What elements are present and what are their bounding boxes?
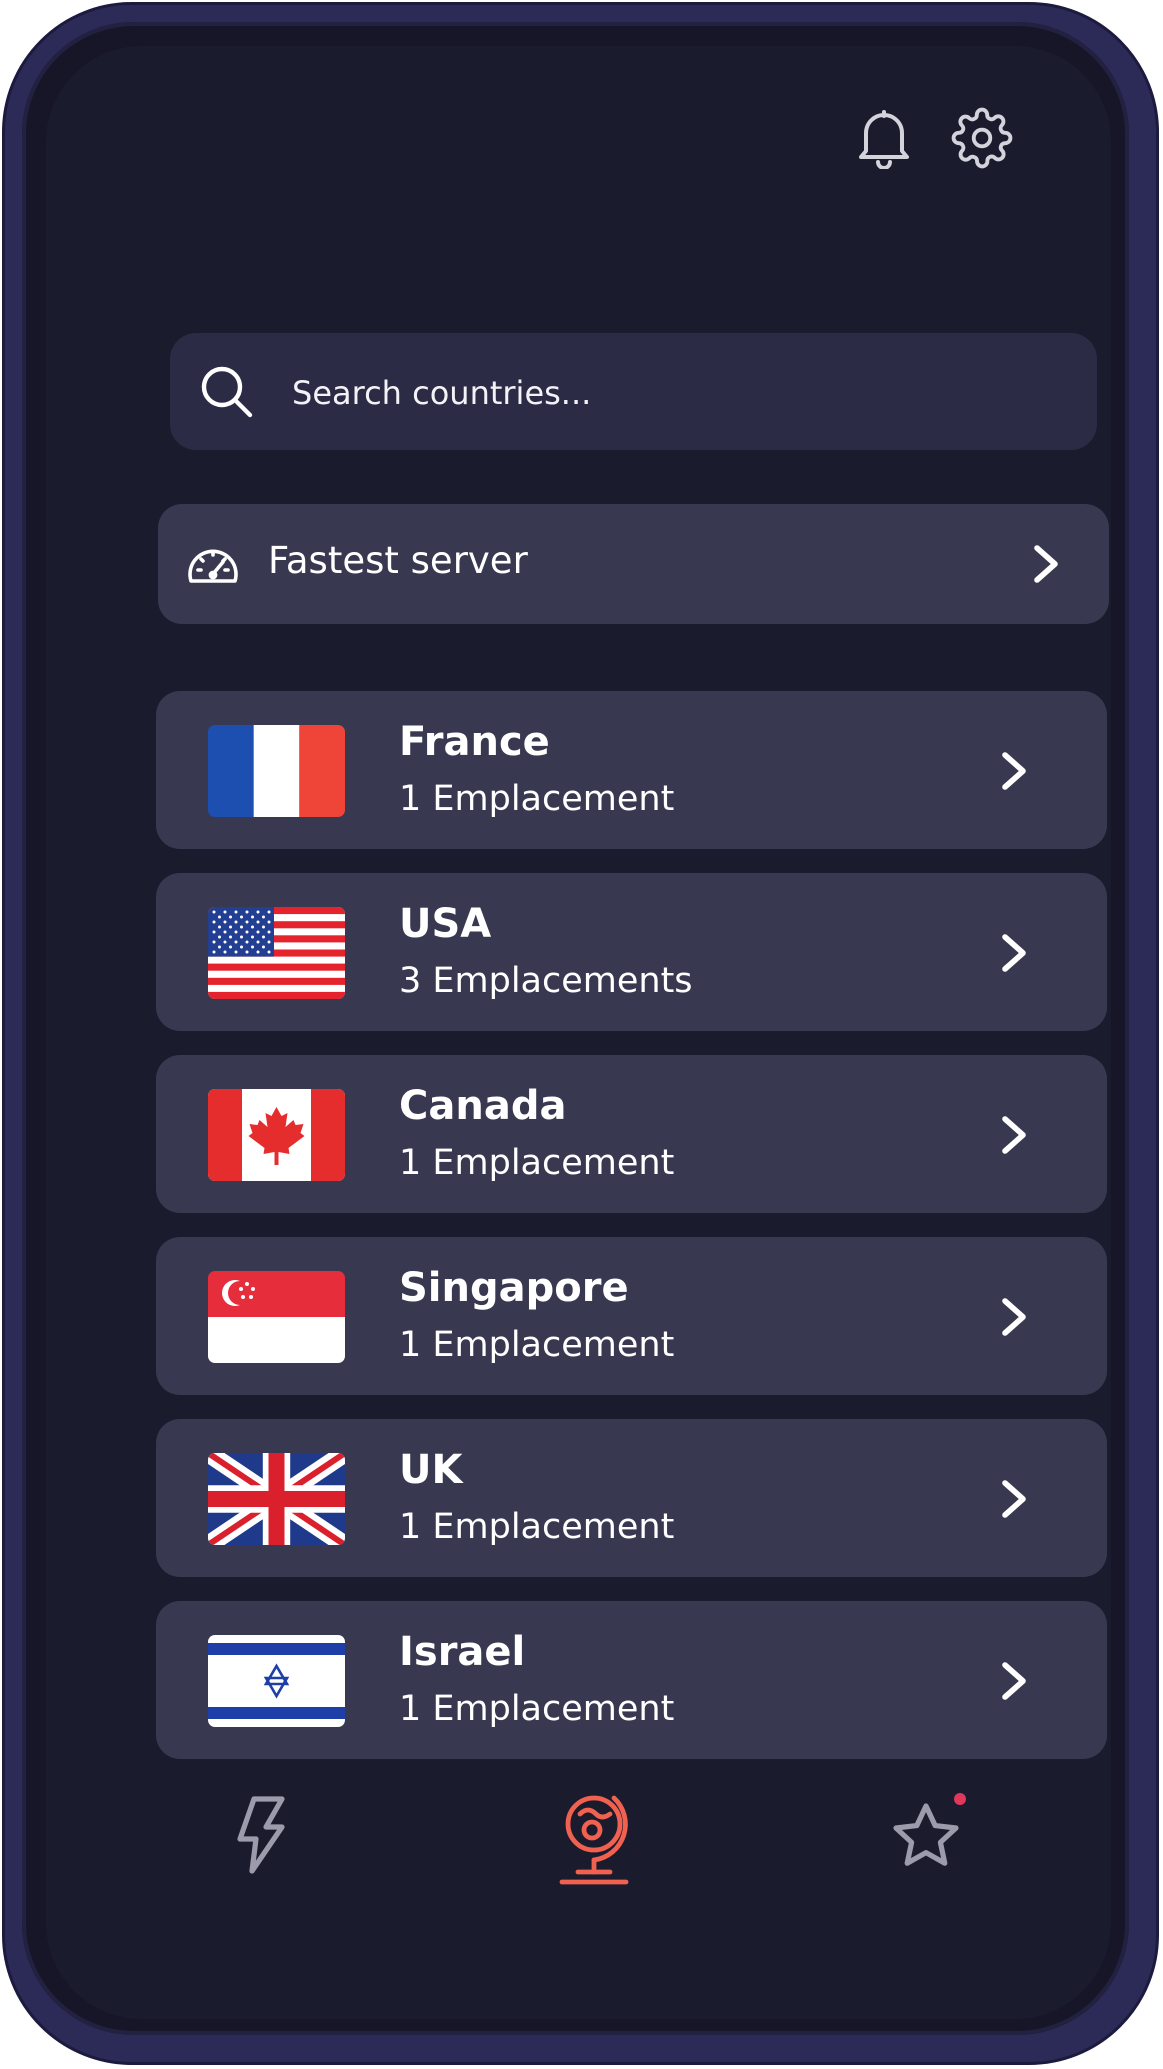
search-input[interactable] bbox=[290, 363, 1054, 423]
nav-quick-connect[interactable] bbox=[210, 1781, 310, 1891]
location-count: 1 Emplacement bbox=[399, 1689, 675, 1729]
country-name: France bbox=[399, 719, 550, 765]
chevron-right-icon bbox=[1002, 1662, 1026, 1700]
country-item[interactable]: Singapore 1 Emplacement bbox=[156, 1237, 1107, 1395]
location-count: 1 Emplacement bbox=[399, 1143, 675, 1183]
country-name: USA bbox=[399, 901, 492, 947]
canada-flag bbox=[208, 1089, 345, 1181]
notifications-button[interactable] bbox=[849, 103, 919, 173]
lightning-icon bbox=[237, 1796, 285, 1874]
uk-flag bbox=[208, 1453, 345, 1545]
chevron-right-icon bbox=[1034, 545, 1058, 583]
chevron-right-icon bbox=[1002, 934, 1026, 972]
chevron-right-icon bbox=[1002, 752, 1026, 790]
country-item[interactable]: USA 3 Emplacements bbox=[156, 873, 1107, 1031]
globe-icon bbox=[559, 1795, 629, 1885]
nav-favorites[interactable] bbox=[876, 1781, 976, 1891]
fastest-server-button[interactable]: Fastest server bbox=[158, 504, 1109, 624]
singapore-flag bbox=[208, 1271, 345, 1363]
location-count: 1 Emplacement bbox=[399, 1325, 675, 1365]
usa-flag bbox=[208, 907, 345, 999]
country-list: France 1 Emplacement USA 3 Emplacements … bbox=[156, 691, 1107, 1783]
nav-locations[interactable] bbox=[543, 1781, 643, 1891]
star-icon bbox=[893, 1803, 959, 1866]
app-screen: Fastest server France 1 Emplacement bbox=[46, 46, 1111, 2019]
israel-flag bbox=[208, 1635, 345, 1727]
search-icon bbox=[201, 366, 253, 418]
country-item[interactable]: France 1 Emplacement bbox=[156, 691, 1107, 849]
chevron-right-icon bbox=[1002, 1298, 1026, 1336]
location-count: 3 Emplacements bbox=[399, 961, 693, 1001]
country-name: Canada bbox=[399, 1083, 567, 1129]
chevron-right-icon bbox=[1002, 1480, 1026, 1518]
country-item[interactable]: Israel 1 Emplacement bbox=[156, 1601, 1107, 1759]
bell-icon bbox=[859, 110, 909, 169]
france-flag bbox=[208, 725, 345, 817]
location-count: 1 Emplacement bbox=[399, 1507, 675, 1547]
chevron-right-icon bbox=[1002, 1116, 1026, 1154]
location-count: 1 Emplacement bbox=[399, 779, 675, 819]
notification-dot bbox=[954, 1793, 966, 1805]
country-item[interactable]: Canada 1 Emplacement bbox=[156, 1055, 1107, 1213]
country-name: UK bbox=[399, 1447, 463, 1493]
fastest-server-label: Fastest server bbox=[268, 539, 528, 582]
settings-button[interactable] bbox=[947, 103, 1017, 173]
gear-icon bbox=[951, 107, 1013, 169]
country-name: Israel bbox=[399, 1629, 526, 1675]
country-item[interactable]: UK 1 Emplacement bbox=[156, 1419, 1107, 1577]
search-bar[interactable] bbox=[170, 333, 1097, 450]
country-name: Singapore bbox=[399, 1265, 629, 1311]
speedometer-icon bbox=[188, 549, 238, 583]
bottom-nav bbox=[46, 1781, 1111, 1931]
